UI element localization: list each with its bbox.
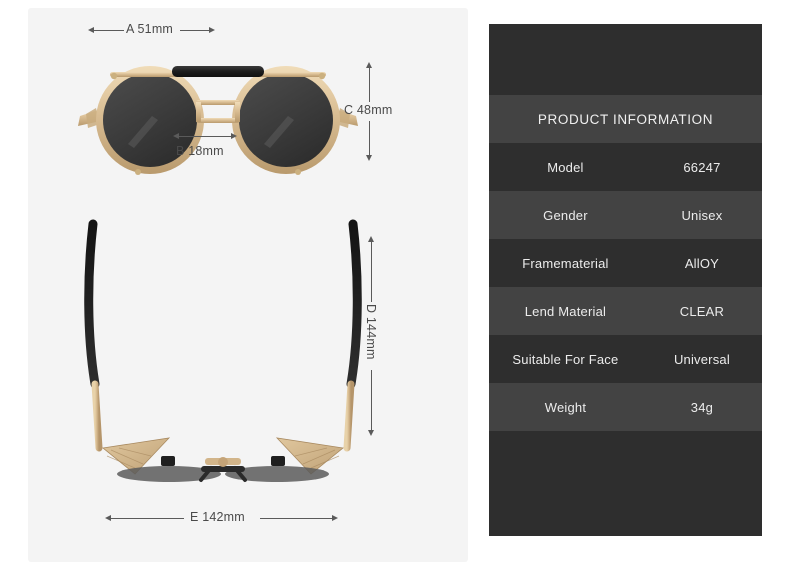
dimension-b-line [179,135,232,137]
spec-row-gender: Gender Unisex [489,191,762,239]
spec-key-lend-material: Lend Material [524,303,607,319]
spec-value-weight: 34g [690,399,714,415]
sunglasses-top-view [84,219,362,482]
spec-value-framematerial: AllOY [684,255,720,271]
dimension-c-line-bottom [369,121,370,155]
spec-key-model: Model [547,159,584,175]
spec-key-framematerial: Framematerial [522,255,609,271]
dimension-a-arrow-right [209,26,215,33]
dimension-b-label: B 18mm [176,144,224,158]
spec-key-gender: Gender [543,207,588,223]
dimension-c-arrow-bottom [366,155,372,161]
product-photo-panel: A 51mm B 18mm C 48mm D 144mm E 142mm [28,8,468,562]
spec-value-lend-material: CLEAR [679,303,725,319]
dimension-a-line-left [94,29,124,31]
dimension-b-arrow-right [231,133,237,139]
spec-row-model: Model 66247 [489,143,762,191]
spec-value-model: 66247 [683,159,721,175]
dimension-e-line-right [260,517,333,519]
dimension-d-arrow-bottom [368,430,374,436]
spec-row-suitable-for-face: Suitable For Face Universal [489,335,762,383]
dimension-d-label: D 144mm [364,304,378,360]
dimension-d-line-bottom [371,370,372,430]
dimension-e-arrow-right [332,514,338,521]
sunglasses-front-view [78,66,358,175]
spec-row-weight: Weight 34g [489,383,762,431]
spec-value-suitable-for-face: Universal [673,351,730,367]
dimension-c-line-top [369,68,370,102]
spec-panel-top-filler [489,24,762,95]
spec-row-framematerial: Framematerial AllOY [489,239,762,287]
dimension-e-line-left [111,517,184,519]
dimension-e-label: E 142mm [190,510,245,524]
spec-value-gender: Unisex [681,207,723,223]
spec-row-lend-material: Lend Material CLEAR [489,287,762,335]
spec-panel-header: PRODUCT INFORMATION [489,95,762,143]
dimension-a-label: A 51mm [126,22,174,36]
spec-key-weight: Weight [544,399,587,415]
dimension-c-label: C 48mm [344,103,393,117]
spec-key-suitable-for-face: Suitable For Face [512,351,619,367]
product-information-panel: PRODUCT INFORMATION Model 66247 Gender U… [489,24,762,536]
spec-panel-bottom-filler [489,431,762,536]
dimension-a-line-right [180,29,210,31]
dimension-d-line-top [371,242,372,302]
spec-panel-header-label: PRODUCT INFORMATION [537,111,714,127]
product-detail-image: A 51mm B 18mm C 48mm D 144mm E 142mm PRO… [0,0,790,570]
